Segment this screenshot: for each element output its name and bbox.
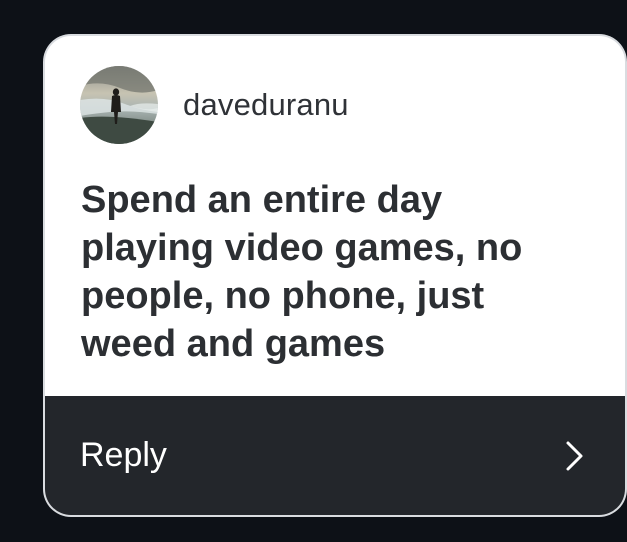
reply-button[interactable]: Reply (45, 396, 625, 515)
avatar-beach-photo-icon (80, 65, 158, 144)
card-header: daveduranu (80, 65, 349, 144)
username[interactable]: daveduranu (183, 87, 349, 123)
reply-label: Reply (80, 436, 167, 474)
avatar[interactable] (80, 65, 158, 144)
reply-card: daveduranu Spend an entire day playing v… (45, 36, 625, 515)
chevron-right-icon (566, 441, 583, 470)
message-text: Spend an entire day playing video games,… (81, 179, 523, 365)
